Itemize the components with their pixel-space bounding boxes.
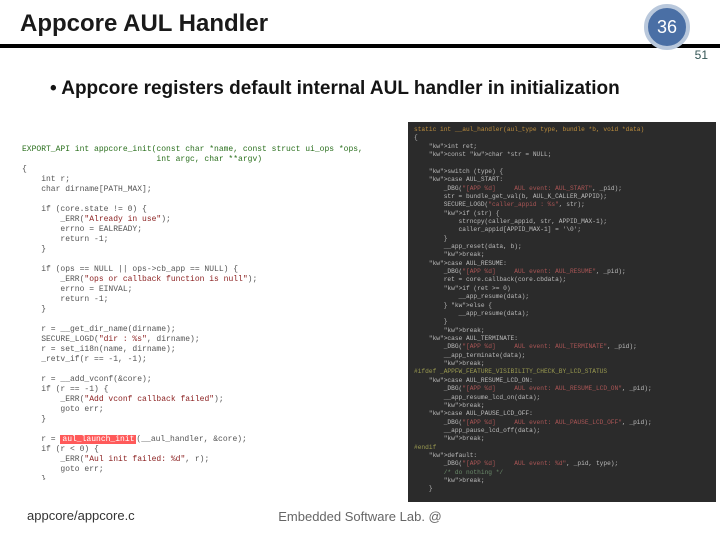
code-left: EXPORT_API int appcore_init(const char *… <box>22 145 402 480</box>
sub-page-number: 51 <box>695 48 708 62</box>
title-bar: Appcore AUL Handler 36 51 <box>0 0 720 48</box>
file-caption: appcore/appcore.c <box>24 507 138 524</box>
code-right: static int __aul_handler(aul_type type, … <box>408 122 716 502</box>
page-badge: 36 <box>644 4 690 50</box>
slide-title: Appcore AUL Handler <box>20 10 700 38</box>
footer-text: Embedded Software Lab. @ <box>278 509 442 524</box>
bullet-text: Appcore registers default internal AUL h… <box>50 78 690 100</box>
